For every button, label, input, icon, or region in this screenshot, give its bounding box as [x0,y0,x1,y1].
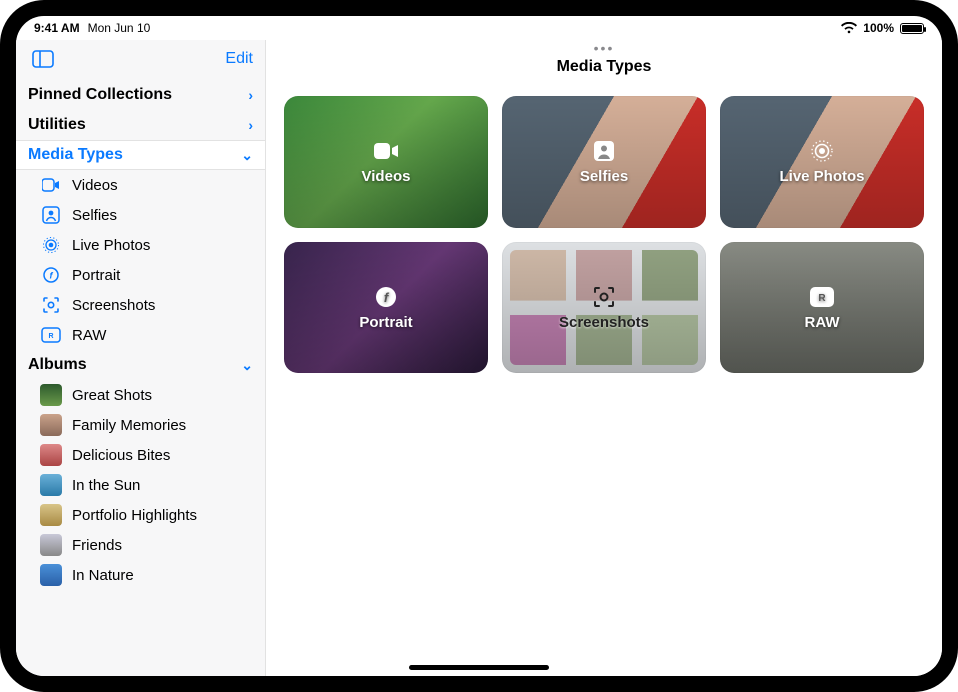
sidebar-section-media-types[interactable]: Media Types ⌄ [16,140,265,170]
live-photos-icon [809,138,835,164]
sidebar-album-item[interactable]: In Nature [16,560,265,590]
live-photos-icon [40,234,62,256]
status-time: 9:41 AM [34,21,80,35]
raw-icon: R [40,324,62,346]
sidebar-section-label: Pinned Collections [28,86,172,104]
tile-live-photos[interactable]: Live Photos [720,96,924,228]
screenshots-icon [40,294,62,316]
battery-percent: 100% [863,21,894,35]
sidebar-item-label: Family Memories [72,417,186,434]
sidebar-album-item[interactable]: Portfolio Highlights [16,500,265,530]
tile-raw[interactable]: R RAW [720,242,924,374]
edit-button[interactable]: Edit [225,50,253,68]
svg-text:f: f [50,271,54,281]
sidebar-section-utilities[interactable]: Utilities › [16,110,265,140]
tile-screenshots[interactable]: Screenshots [502,242,706,374]
video-icon [373,138,399,164]
main-content: ••• Media Types Videos Selfies [266,40,942,676]
sidebar-item-portrait[interactable]: f Portrait [16,260,265,290]
tile-selfies[interactable]: Selfies [502,96,706,228]
tile-portrait[interactable]: f Portrait [284,242,488,374]
screenshots-icon [591,284,617,310]
selfies-icon [40,204,62,226]
sidebar-section-pinned[interactable]: Pinned Collections › [16,80,265,110]
sidebar-item-label: In Nature [72,567,134,584]
album-thumb [40,474,62,496]
svg-text:R: R [48,333,53,340]
home-indicator[interactable] [409,665,549,670]
sidebar-item-label: Videos [72,177,118,194]
video-icon [40,174,62,196]
raw-icon: R [809,284,835,310]
album-thumb [40,564,62,586]
sidebar-item-videos[interactable]: Videos [16,170,265,200]
sidebar-item-label: Great Shots [72,387,152,404]
battery-icon [900,23,924,34]
sidebar-section-albums[interactable]: Albums ⌄ [16,350,265,380]
album-thumb [40,444,62,466]
sidebar-section-label: Utilities [28,116,86,134]
album-thumb [40,384,62,406]
sidebar-section-label: Albums [28,356,87,374]
sidebar-item-label: Live Photos [72,237,150,254]
sidebar-item-label: Portfolio Highlights [72,507,197,524]
chevron-right-icon: › [248,87,253,103]
chevron-down-icon: ⌄ [241,147,253,164]
tile-label: RAW [805,314,840,331]
album-thumb [40,534,62,556]
sidebar-item-label: In the Sun [72,477,140,494]
sidebar-toggle-button[interactable] [28,46,58,72]
sidebar-item-label: Selfies [72,207,117,224]
sidebar-section-label: Media Types [28,146,123,164]
sidebar-item-selfies[interactable]: Selfies [16,200,265,230]
sidebar-item-label: Friends [72,537,122,554]
sidebar-item-live-photos[interactable]: Live Photos [16,230,265,260]
sidebar-album-item[interactable]: Delicious Bites [16,440,265,470]
sidebar-item-label: Portrait [72,267,120,284]
selfies-icon [591,138,617,164]
sidebar-item-label: Screenshots [72,297,155,314]
tile-label: Live Photos [779,168,864,185]
chevron-down-icon: ⌄ [241,357,253,374]
svg-text:R: R [818,293,826,304]
portrait-icon: f [373,284,399,310]
sidebar-item-raw[interactable]: R RAW [16,320,265,350]
page-title: Media Types [557,58,652,76]
sidebar-item-screenshots[interactable]: Screenshots [16,290,265,320]
tile-videos[interactable]: Videos [284,96,488,228]
media-grid: Videos Selfies Live Photos [266,80,942,389]
album-thumb [40,504,62,526]
tile-label: Portrait [359,314,412,331]
portrait-icon: f [40,264,62,286]
sidebar-item-label: Delicious Bites [72,447,170,464]
sidebar-item-label: RAW [72,327,106,344]
sidebar-album-item[interactable]: Friends [16,530,265,560]
album-thumb [40,414,62,436]
more-icon[interactable]: ••• [594,40,615,56]
sidebar: Edit Pinned Collections › Utilities › Me… [16,40,266,676]
status-date: Mon Jun 10 [88,21,151,35]
sidebar-album-item[interactable]: Great Shots [16,380,265,410]
tile-label: Selfies [580,168,628,185]
wifi-icon [841,22,857,34]
sidebar-album-item[interactable]: Family Memories [16,410,265,440]
chevron-right-icon: › [248,117,253,133]
sidebar-album-item[interactable]: In the Sun [16,470,265,500]
tile-label: Videos [362,168,411,185]
status-bar: 9:41 AM Mon Jun 10 100% [16,16,942,40]
tile-label: Screenshots [559,314,649,331]
